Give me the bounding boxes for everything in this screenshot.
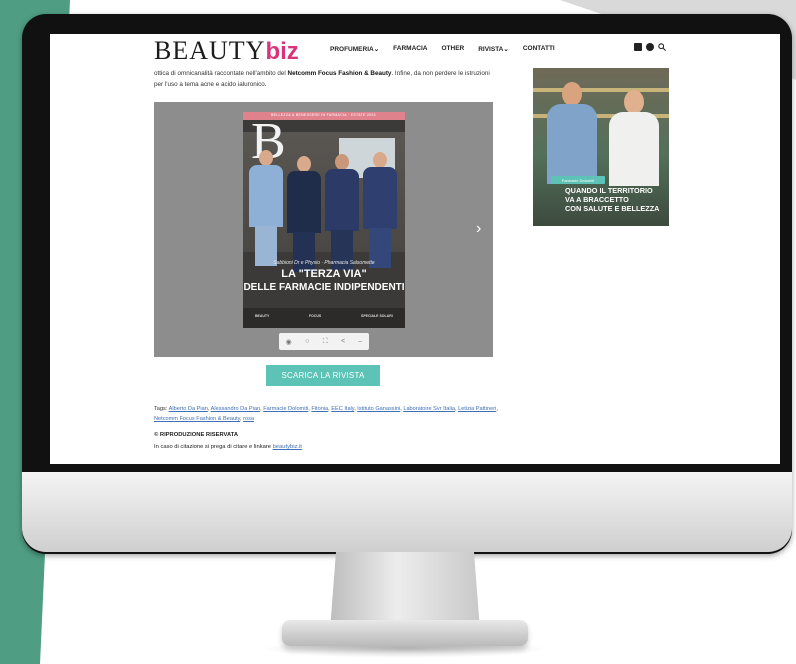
- site-logo[interactable]: BEAUTYbiz: [154, 36, 299, 66]
- article-intro: ottica di omnicanalità raccontate nell'a…: [154, 70, 490, 88]
- tag-link[interactable]: Laboratoire Svr Italia: [403, 406, 455, 412]
- cover-person-2: [287, 156, 321, 272]
- sidebar-ad-banner[interactable]: Farmacie Dolomiti QUANDO IL TERRITORIO V…: [533, 68, 669, 226]
- article-tags: Tags: Alberto Da Pian, Alessandro Da Pia…: [154, 406, 498, 422]
- logo-main: BEAUTY: [154, 36, 266, 65]
- linkedin-icon[interactable]: [634, 43, 642, 51]
- fullscreen-icon[interactable]: ⛶: [323, 338, 328, 346]
- ad-person-woman: [609, 90, 659, 186]
- monitor-chin: [22, 472, 792, 552]
- tag-link[interactable]: Alessandro Da Pian: [211, 406, 260, 412]
- logo-accent: biz: [265, 38, 299, 65]
- tags-label: Tags:: [154, 406, 169, 412]
- viewer-controls: ◉ ○ ⛶ < –: [279, 333, 369, 350]
- cover-person-3: [325, 154, 359, 270]
- monitor-stand-base: [282, 620, 528, 646]
- cover-person-1: [249, 150, 283, 266]
- citation-note: In caso di citazione si prega di citare …: [154, 444, 302, 450]
- cover-title-line1: LA "TERZA VIA": [281, 268, 367, 280]
- tag-link[interactable]: Letizia Pattineri: [458, 406, 496, 412]
- citation-link[interactable]: beautybiz.it: [273, 444, 302, 450]
- main-nav: PROFUMERIA⌄ FARMACIA OTHER RIVISTA⌄ CONT…: [330, 45, 555, 53]
- search-icon[interactable]: [658, 43, 666, 51]
- next-page-arrow-icon[interactable]: ›: [476, 220, 481, 238]
- tag-link[interactable]: rosa: [243, 416, 254, 422]
- nav-item-farmacia[interactable]: FARMACIA: [393, 45, 427, 53]
- record-icon[interactable]: ◉: [286, 338, 292, 346]
- nav-item-contatti[interactable]: CONTATTI: [523, 45, 555, 53]
- copyright-notice: © RIPRODUZIONE RISERVATA: [154, 432, 239, 438]
- tag-link[interactable]: Istituto Ganassini: [357, 406, 400, 412]
- nav-item-profumeria[interactable]: PROFUMERIA⌄: [330, 45, 379, 53]
- tag-link[interactable]: Netcomm Focus Fashion & Beauty: [154, 416, 240, 422]
- header-icons: [634, 43, 666, 51]
- website-screen: BEAUTYbiz PROFUMERIA⌄ FARMACIA OTHER RIV…: [50, 34, 780, 464]
- intro-bold: Netcomm Focus Fashion & Beauty: [287, 70, 392, 77]
- ad-headline: QUANDO IL TERRITORIO VA A BRACCETTO CON …: [565, 186, 660, 213]
- tag-link[interactable]: Farmacie Dolomiti: [263, 406, 308, 412]
- cover-kicker: Sabbioni Dr e Physio · Pharmacia Salsome…: [273, 260, 375, 266]
- zoom-icon[interactable]: ○: [305, 338, 309, 345]
- download-magazine-button[interactable]: SCARICA LA RIVISTA: [266, 365, 380, 386]
- monitor-stand-neck: [330, 552, 480, 630]
- ad-badge: Farmacie Dolomiti: [551, 176, 605, 184]
- facebook-icon[interactable]: [646, 43, 654, 51]
- magazine-cover[interactable]: B BELLEZZA & BENESSERE IN FARMACIA · EST…: [243, 112, 405, 328]
- site-header: BEAUTYbiz PROFUMERIA⌄ FARMACIA OTHER RIV…: [50, 34, 780, 66]
- tag-link[interactable]: Alberto Da Pian: [169, 406, 208, 412]
- ad-person-man: [547, 82, 597, 184]
- share-icon[interactable]: <: [341, 338, 345, 345]
- cover-person-4: [363, 152, 397, 268]
- nav-item-rivista[interactable]: RIVISTA⌄: [478, 45, 509, 53]
- magazine-viewer[interactable]: B BELLEZZA & BENESSERE IN FARMACIA · EST…: [154, 102, 493, 357]
- tag-link[interactable]: Fitonia: [311, 406, 328, 412]
- minimize-icon[interactable]: –: [358, 338, 362, 345]
- cover-header-strip: BELLEZZA & BENESSERE IN FARMACIA · ESTAT…: [243, 112, 405, 120]
- cover-title-line2: DELLE FARMACIE INDIPENDENTI: [243, 282, 405, 293]
- cover-footer: BEAUTY FOCUS SPECIALE SOLARI: [243, 308, 405, 328]
- tag-link[interactable]: EEC Italy: [331, 406, 354, 412]
- nav-item-other[interactable]: OTHER: [441, 45, 464, 53]
